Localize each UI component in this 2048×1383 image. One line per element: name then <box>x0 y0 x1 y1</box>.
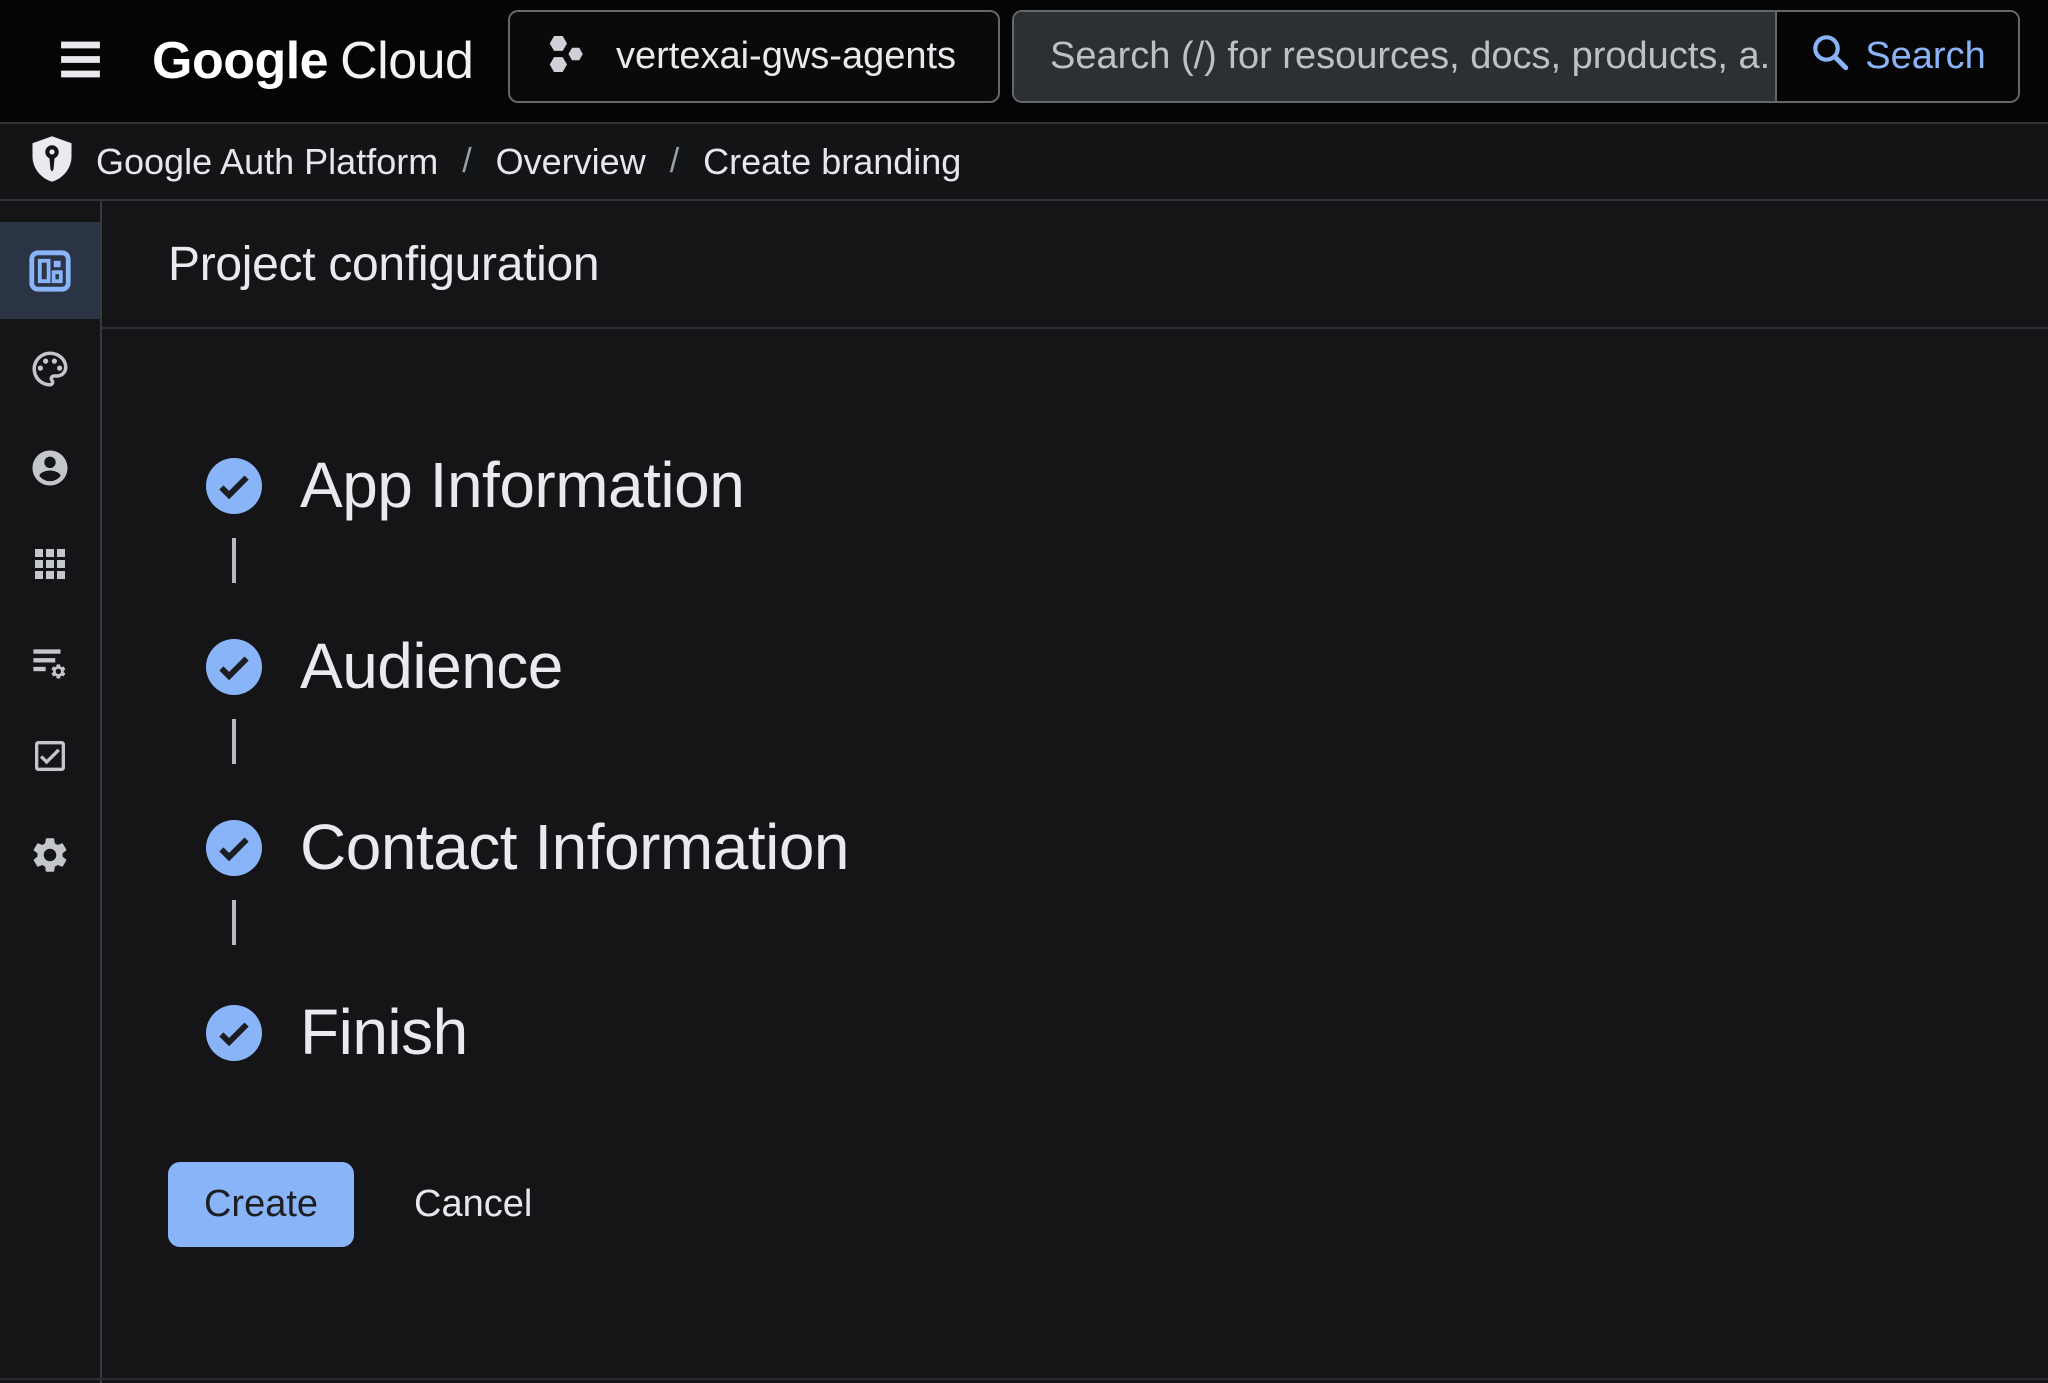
nav-item-clients[interactable] <box>0 515 100 612</box>
breadcrumb-separator: / <box>670 142 679 181</box>
step-complete-icon <box>206 1005 262 1061</box>
search-magnifier-icon <box>1809 31 1851 83</box>
nav-item-overview[interactable] <box>0 222 100 319</box>
cancel-button[interactable]: Cancel <box>402 1162 544 1247</box>
nav-item-branding[interactable] <box>0 320 100 417</box>
breadcrumb: Google Auth Platform / Overview / Create… <box>96 141 961 183</box>
google-cloud-console: Google Cloud vertexai-gws-agents <box>0 0 2048 1383</box>
search-input-region <box>1014 12 1775 101</box>
breadcrumb-bar: Google Auth Platform / Overview / Create… <box>0 122 2048 201</box>
left-nav-rail <box>0 201 102 1383</box>
step-connector <box>232 719 236 764</box>
breadcrumb-item-auth-platform[interactable]: Google Auth Platform <box>96 141 438 183</box>
search-input[interactable] <box>1050 35 1775 78</box>
project-selector[interactable]: vertexai-gws-agents <box>508 10 1000 103</box>
page-header: Project configuration <box>102 201 2048 329</box>
checkbox-checked-icon <box>30 736 70 776</box>
auth-platform-shield-key-icon <box>26 133 78 190</box>
hamburger-icon <box>56 35 105 87</box>
nav-item-settings[interactable] <box>0 806 100 903</box>
nav-item-audience[interactable] <box>0 419 100 516</box>
step-connector <box>232 538 236 583</box>
list-gear-icon <box>29 642 71 684</box>
step-label-app-information: App Information <box>300 450 744 520</box>
bottom-divider <box>0 1378 2048 1380</box>
breadcrumb-item-create-branding: Create branding <box>703 141 961 183</box>
page-title: Project configuration <box>168 237 599 292</box>
step-complete-icon <box>206 820 262 876</box>
step-label-contact-information: Contact Information <box>300 812 849 882</box>
breadcrumb-item-overview[interactable]: Overview <box>496 141 646 183</box>
account-circle-icon <box>29 447 71 489</box>
google-cloud-logo[interactable]: Google Cloud <box>152 0 473 122</box>
search-button[interactable]: Search <box>1775 12 2018 101</box>
apps-grid-icon <box>30 544 70 584</box>
step-connector <box>232 900 236 945</box>
dashboard-overview-icon <box>26 247 74 295</box>
settings-gear-icon <box>29 834 71 876</box>
step-label-audience: Audience <box>300 631 563 701</box>
global-search-bar: Search <box>1012 10 2020 103</box>
top-app-bar: Google Cloud vertexai-gws-agents <box>0 0 2048 122</box>
logo-google-text: Google <box>152 31 328 91</box>
project-hexagons-icon <box>544 31 590 82</box>
project-name: vertexai-gws-agents <box>616 35 956 78</box>
palette-icon <box>29 348 71 390</box>
step-complete-icon <box>206 458 262 514</box>
nav-item-data-access[interactable] <box>0 614 100 711</box>
create-button[interactable]: Create <box>168 1162 354 1247</box>
breadcrumb-separator: / <box>462 142 471 181</box>
logo-cloud-text: Cloud <box>340 31 473 91</box>
nav-item-verification[interactable] <box>0 707 100 804</box>
step-label-finish: Finish <box>300 997 468 1067</box>
step-complete-icon <box>206 639 262 695</box>
search-button-label: Search <box>1865 35 1985 78</box>
main-content: Project configuration App Information Au… <box>102 201 2048 1383</box>
hamburger-menu-button[interactable] <box>48 32 112 90</box>
